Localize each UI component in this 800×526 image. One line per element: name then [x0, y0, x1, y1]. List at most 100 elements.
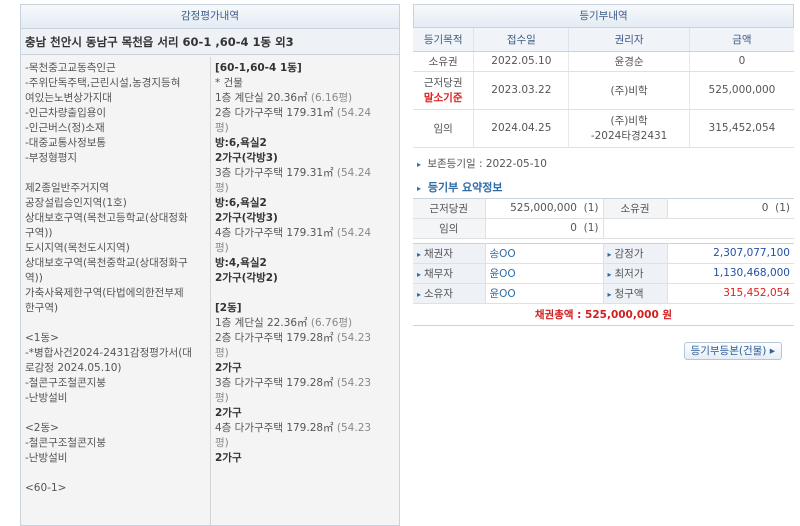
total-claims: 채권총액 : 525,000,000 원: [413, 304, 794, 326]
price-value: 315,452,054: [667, 283, 794, 304]
appraisal-line: 여있는노변상가지대: [25, 92, 112, 104]
appraisal-line: 상대보호구역(목천고등학교(상대정화: [25, 212, 188, 224]
building-line: 방:4,욕실2: [215, 257, 267, 269]
price-label: ▸ 최저가: [603, 263, 668, 284]
summary-label: 소유권: [603, 198, 668, 219]
appraisal-line: [25, 406, 210, 421]
building-line: 평): [215, 437, 229, 449]
price-label: ▸ 청구액: [603, 283, 668, 304]
summary-label: 근저당권: [413, 198, 486, 219]
appraisal-line: [25, 316, 210, 331]
building-line: 평): [215, 122, 229, 134]
building-line: 3층 다가구주택 179.31㎡ (54.24: [215, 167, 372, 179]
building-line: 1층 계단실 22.36㎡ (6.76평): [215, 317, 353, 329]
date-cell: 2023.03.22: [473, 71, 570, 110]
appraisal-line: [25, 166, 210, 181]
building-line: 평): [215, 182, 229, 194]
appraisal-title: 감정평가내역: [21, 5, 399, 29]
party-label: ▸ 채무자: [413, 263, 486, 284]
appraisal-line: <1동>: [25, 332, 59, 344]
property-address: 충남 천안시 동남구 목천읍 서리 60-1 ,60-4 1동 외3: [21, 29, 399, 55]
amount-cell: 315,452,054: [689, 109, 794, 148]
appraisal-line: -철콘구조철콘지붕: [25, 437, 107, 449]
building-line: 1층 계단실 20.36㎡ (6.16평): [215, 92, 353, 104]
appraisal-line: 상대보호구역(목천중학교(상대정화구: [25, 257, 188, 269]
table-row: ▸ 채권자 송OO ▸ 감정가 2,307,077,100: [413, 243, 794, 264]
appraisal-line: -목천중고교동측인근: [25, 62, 116, 74]
party-label: ▸ 채권자: [413, 243, 486, 264]
preserve-date-text: 보존등기일 : 2022-05-10: [427, 157, 547, 170]
date-cell: 2022.05.10: [473, 51, 570, 72]
building-line: [215, 286, 399, 301]
appraisal-panel: 감정평가내역 충남 천안시 동남구 목천읍 서리 60-1 ,60-4 1동 외…: [20, 4, 400, 526]
party-value: 송OO: [485, 243, 604, 264]
appraisal-line: <60-1>: [25, 482, 67, 494]
building-line: 평): [215, 392, 229, 404]
registry-panel: 등기부내역 등기목적 접수일 권리자 금액 소유권 2022.05.10 윤경순 0 근…: [413, 4, 794, 526]
table-row: 임의 0 (1): [413, 218, 794, 239]
header-date: 접수일: [473, 28, 570, 52]
bullet-icon: ▸: [417, 159, 422, 169]
summary-title: 등기부 요약정보: [427, 180, 503, 194]
appraisal-line: 도시지역(목천도시지역): [25, 242, 130, 254]
amount-cell: 525,000,000: [689, 71, 794, 110]
building-details: [60-1,60-4 1동] * 건물 1층 계단실 20.36㎡ (6.16평) 2…: [211, 57, 399, 525]
appraisal-line: 한구역): [25, 302, 59, 314]
header-amount: 금액: [689, 28, 794, 52]
registry-title: 등기부내역: [413, 4, 794, 28]
appraisal-line: 제2종일반주거지역: [25, 182, 109, 194]
building-line: 2가구(각방3): [215, 212, 278, 224]
building-line: * 건물: [215, 77, 243, 89]
appraisal-line: 역)): [25, 272, 43, 284]
building-line: 2가구: [215, 452, 242, 464]
appraisal-line: -난방설비: [25, 392, 68, 404]
summary-heading: ▸ 등기부 요약정보: [413, 178, 794, 198]
building-line: 4층 다가구주택 179.31㎡ (54.24: [215, 227, 372, 239]
registry-building-button[interactable]: 등기부등본(건물) ▸: [683, 342, 782, 360]
appraisal-line: [25, 466, 210, 481]
building-line: 2층 다가구주택 179.28㎡ (54.23: [215, 332, 372, 344]
table-row: ▸ 채무자 윤OO ▸ 최저가 1,130,468,000: [413, 263, 794, 284]
registry-table: 등기목적 접수일 권리자 금액 소유권 2022.05.10 윤경순 0 근저당권 말소기…: [413, 28, 794, 148]
party-value: 윤OO: [485, 263, 604, 284]
building-line: 2가구: [215, 407, 242, 419]
header-holder: 권리자: [568, 28, 690, 52]
appraisal-line: -인근차량출입용이: [25, 107, 107, 119]
preserve-date: ▸ 보존등기일 : 2022-05-10: [413, 154, 794, 174]
building-line: 2가구(각방3): [215, 152, 278, 164]
amount-cell: 0: [689, 51, 794, 72]
party-value: 윤OO: [485, 283, 604, 304]
purpose-cell: 임의: [413, 109, 475, 148]
appraisal-line: -대중교통사정보통: [25, 137, 107, 149]
header-purpose: 등기목적: [413, 28, 475, 52]
purpose-cell: 소유권: [413, 51, 475, 72]
building-line: 3층 다가구주택 179.28㎡ (54.23: [215, 377, 372, 389]
price-value: 1,130,468,000: [667, 263, 794, 284]
appraisal-line: -*병합사건2024-2431감정평가서(대: [25, 347, 192, 359]
appraisal-line: -난방설비: [25, 452, 68, 464]
summary-value: 525,000,000 (1): [485, 198, 604, 219]
building-line: 2가구(각방2): [215, 272, 278, 284]
holder-cell: (주)비학 -2024타경2431: [568, 109, 690, 148]
appraisal-line: 가축사육제한구역(타법에의한전부제: [25, 287, 184, 299]
holder-cell: 윤경순: [568, 51, 690, 72]
bullet-icon: ▸: [417, 183, 422, 193]
building-line: [2동]: [215, 302, 242, 314]
summary-table: 근저당권 525,000,000 (1) 소유권 0 (1) 임의 0 (1): [413, 197, 794, 239]
holder-cell: (주)비학: [568, 71, 690, 110]
parties-table: ▸ 채권자 송OO ▸ 감정가 2,307,077,100 ▸ 채무자 윤OO ▸ 최저가 1,130…: [413, 242, 794, 304]
building-line: 2가구: [215, 362, 242, 374]
building-line: 방:6,욕실2: [215, 197, 267, 209]
appraisal-line: -주위단독주택,근린시설,농경지등혀: [25, 77, 181, 89]
table-row: 근저당권 말소기준 2023.03.22 (주)비학 525,000,000: [413, 71, 794, 110]
building-line: 평): [215, 347, 229, 359]
table-row: 근저당권 525,000,000 (1) 소유권 0 (1): [413, 198, 794, 219]
building-line: 4층 다가구주택 179.28㎡ (54.23: [215, 422, 372, 434]
price-value: 2,307,077,100: [667, 243, 794, 264]
purpose-cell: 근저당권 말소기준: [413, 71, 475, 110]
appraisal-line: -철콘구조철콘지붕: [25, 377, 107, 389]
summary-value: 0 (1): [667, 198, 794, 219]
appraisal-line: 구역)): [25, 227, 53, 239]
date-cell: 2024.04.25: [473, 109, 570, 148]
building-line: 평): [215, 242, 229, 254]
